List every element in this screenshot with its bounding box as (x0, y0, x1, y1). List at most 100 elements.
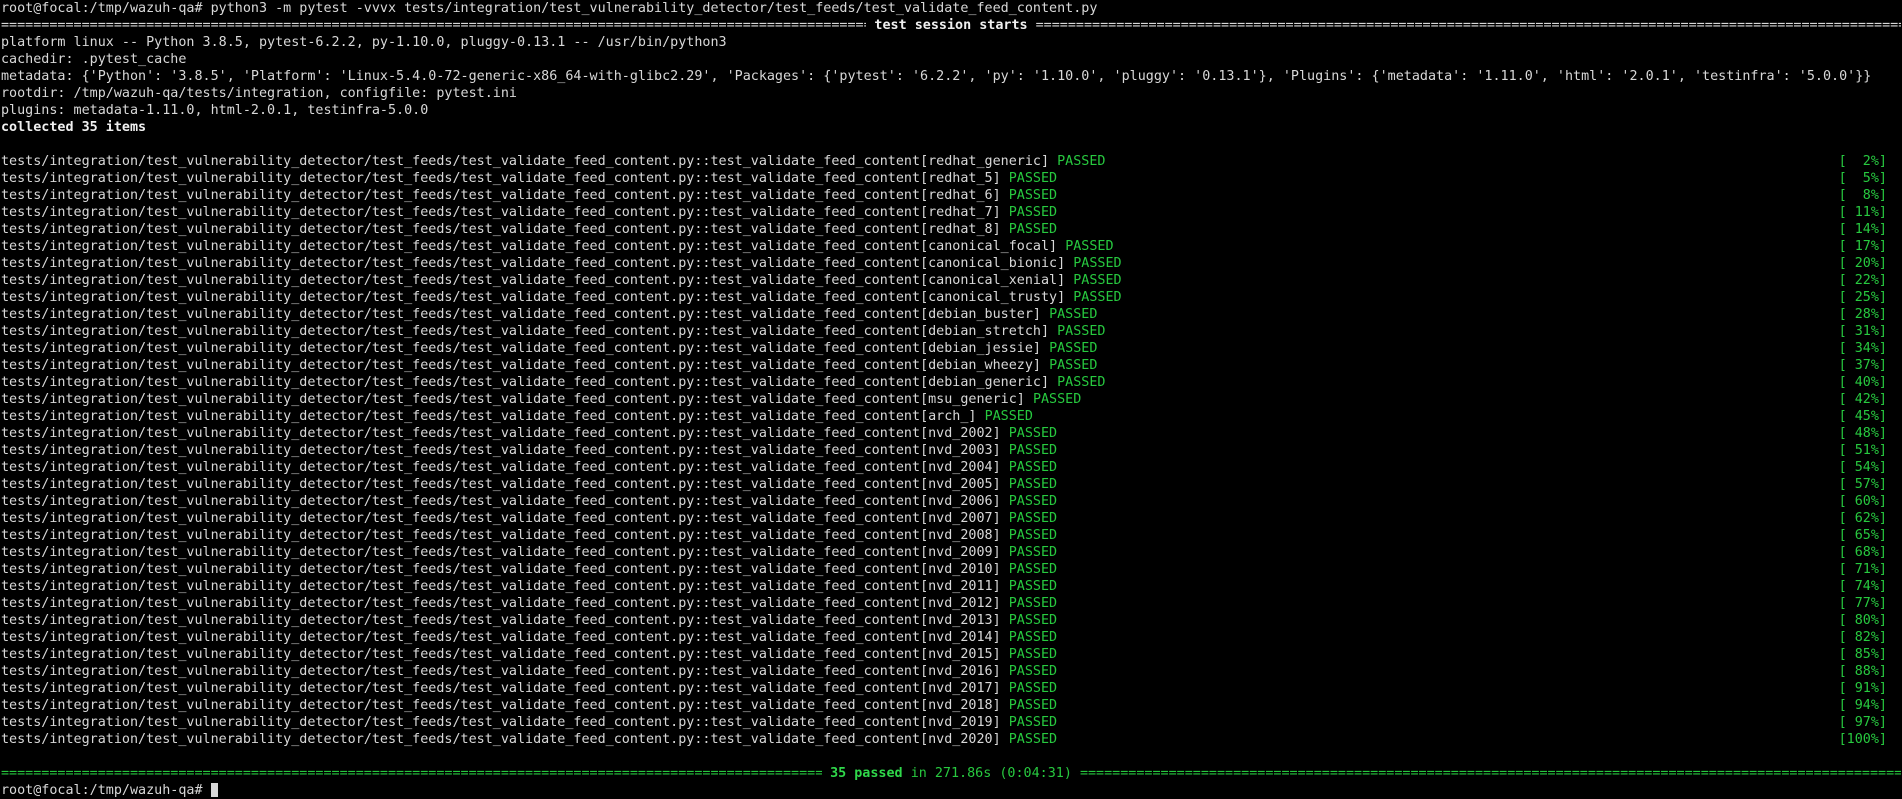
test-progress: [ 45%] (1838, 409, 1887, 424)
test-result-row: tests/integration/test_vulnerability_det… (1, 646, 1901, 663)
test-progress: [ 65%] (1838, 528, 1887, 543)
test-status-passed: PASSED (1008, 681, 1058, 696)
test-progress: [ 97%] (1838, 715, 1887, 730)
test-param: [canonical_focal] (920, 239, 1058, 254)
test-status-passed: PASSED (1008, 562, 1058, 577)
test-status-passed: PASSED (1057, 324, 1106, 339)
test-progress: [ 11%] (1838, 205, 1887, 220)
test-result-row: tests/integration/test_vulnerability_det… (1, 391, 1901, 408)
test-status-passed: PASSED (1008, 528, 1058, 543)
test-path: tests/integration/test_vulnerability_det… (1, 664, 921, 679)
info-line-platform: platform linux -- Python 3.8.5, pytest-6… (1, 35, 727, 50)
test-status-passed: PASSED (1008, 443, 1058, 458)
test-status-passed: PASSED (1008, 494, 1058, 509)
test-status-passed: PASSED (1008, 511, 1058, 526)
test-param: [debian_buster] (920, 307, 1041, 322)
test-path: tests/integration/test_vulnerability_det… (1, 290, 921, 305)
test-progress: [ 91%] (1838, 681, 1887, 696)
test-path: tests/integration/test_vulnerability_det… (1, 324, 921, 339)
test-progress: [ 77%] (1838, 596, 1887, 611)
test-status-passed: PASSED (1008, 596, 1058, 611)
test-path: tests/integration/test_vulnerability_det… (1, 715, 921, 730)
test-param: [nvd_2015] (920, 647, 1001, 662)
test-status-passed: PASSED (1008, 205, 1058, 220)
test-param: [redhat_8] (920, 222, 1001, 237)
test-progress: [ 85%] (1838, 647, 1887, 662)
test-path: tests/integration/test_vulnerability_det… (1, 154, 921, 169)
test-status-passed: PASSED (1008, 579, 1058, 594)
test-path: tests/integration/test_vulnerability_det… (1, 409, 921, 424)
test-result-row: tests/integration/test_vulnerability_det… (1, 221, 1901, 238)
test-progress: [ 88%] (1838, 664, 1887, 679)
separator-fill: ========================================… (1, 18, 866, 33)
test-param: [nvd_2019] (920, 715, 1001, 730)
test-param: [arch_] (920, 409, 977, 424)
test-param: [canonical_bionic] (920, 256, 1066, 271)
test-path: tests/integration/test_vulnerability_det… (1, 222, 921, 237)
test-result-row: tests/integration/test_vulnerability_det… (1, 255, 1901, 272)
test-result-row: tests/integration/test_vulnerability_det… (1, 459, 1901, 476)
text-cursor (210, 783, 218, 797)
test-result-row: tests/integration/test_vulnerability_det… (1, 476, 1901, 493)
test-result-row: tests/integration/test_vulnerability_det… (1, 663, 1901, 680)
test-result-row: tests/integration/test_vulnerability_det… (1, 680, 1901, 697)
prompt-line[interactable]: root@focal:/tmp/wazuh-qa# (1, 782, 1901, 799)
test-path: tests/integration/test_vulnerability_det… (1, 647, 921, 662)
test-progress: [ 31%] (1838, 324, 1887, 339)
test-path: tests/integration/test_vulnerability_det… (1, 545, 921, 560)
test-progress: [ 8%] (1838, 188, 1887, 203)
test-status-passed: PASSED (1008, 171, 1058, 186)
test-path: tests/integration/test_vulnerability_det… (1, 732, 921, 747)
test-status-passed: PASSED (1073, 256, 1122, 271)
test-status-passed: PASSED (984, 409, 1033, 424)
terminal-window[interactable]: root@focal:/tmp/wazuh-qa# python3 -m pyt… (1, 0, 1901, 799)
test-status-passed: PASSED (1008, 188, 1058, 203)
test-status-passed: PASSED (1008, 698, 1058, 713)
test-status-passed: PASSED (1008, 732, 1058, 747)
test-path: tests/integration/test_vulnerability_det… (1, 698, 921, 713)
test-status-passed: PASSED (1008, 715, 1058, 730)
test-result-row: tests/integration/test_vulnerability_det… (1, 187, 1901, 204)
test-result-row: tests/integration/test_vulnerability_det… (1, 493, 1901, 510)
test-progress: [ 62%] (1838, 511, 1887, 526)
test-progress: [ 94%] (1838, 698, 1887, 713)
info-line-rootdir: rootdir: /tmp/wazuh-qa/tests/integration… (1, 86, 517, 101)
test-status-passed: PASSED (1008, 613, 1058, 628)
test-path: tests/integration/test_vulnerability_det… (1, 239, 921, 254)
test-path: tests/integration/test_vulnerability_det… (1, 205, 921, 220)
test-result-row: tests/integration/test_vulnerability_det… (1, 408, 1901, 425)
test-param: [nvd_2002] (920, 426, 1001, 441)
test-path: tests/integration/test_vulnerability_det… (1, 596, 921, 611)
test-results-list: tests/integration/test_vulnerability_det… (1, 153, 1901, 748)
summary-passed-count: 35 passed (830, 766, 903, 781)
test-result-row: tests/integration/test_vulnerability_det… (1, 629, 1901, 646)
test-progress: [ 28%] (1838, 307, 1887, 322)
test-result-row: tests/integration/test_vulnerability_det… (1, 527, 1901, 544)
test-status-passed: PASSED (1073, 290, 1122, 305)
separator-fill: ========================================… (1079, 766, 1901, 781)
test-path: tests/integration/test_vulnerability_det… (1, 426, 921, 441)
test-result-row: tests/integration/test_vulnerability_det… (1, 612, 1901, 629)
test-status-passed: PASSED (1008, 460, 1058, 475)
test-status-passed: PASSED (1032, 392, 1082, 407)
session-start-separator: ========================================… (1, 17, 1901, 34)
test-progress: [ 37%] (1838, 358, 1887, 373)
collected-items: collected 35 items (1, 120, 147, 135)
separator-fill: ========================================… (1, 766, 823, 781)
session-start-label: test session starts (874, 18, 1028, 33)
test-progress: [ 68%] (1838, 545, 1887, 560)
test-param: [nvd_2010] (920, 562, 1001, 577)
test-result-row: tests/integration/test_vulnerability_det… (1, 204, 1901, 221)
test-progress: [ 82%] (1838, 630, 1887, 645)
test-progress: [ 40%] (1838, 375, 1887, 390)
test-param: [nvd_2008] (920, 528, 1001, 543)
test-progress: [ 5%] (1838, 171, 1887, 186)
test-status-passed: PASSED (1008, 647, 1058, 662)
test-param: [redhat_7] (920, 205, 1001, 220)
test-result-row: tests/integration/test_vulnerability_det… (1, 561, 1901, 578)
test-param: [nvd_2017] (920, 681, 1001, 696)
test-progress: [ 22%] (1838, 273, 1887, 288)
test-path: tests/integration/test_vulnerability_det… (1, 443, 921, 458)
test-progress: [ 2%] (1838, 154, 1887, 169)
